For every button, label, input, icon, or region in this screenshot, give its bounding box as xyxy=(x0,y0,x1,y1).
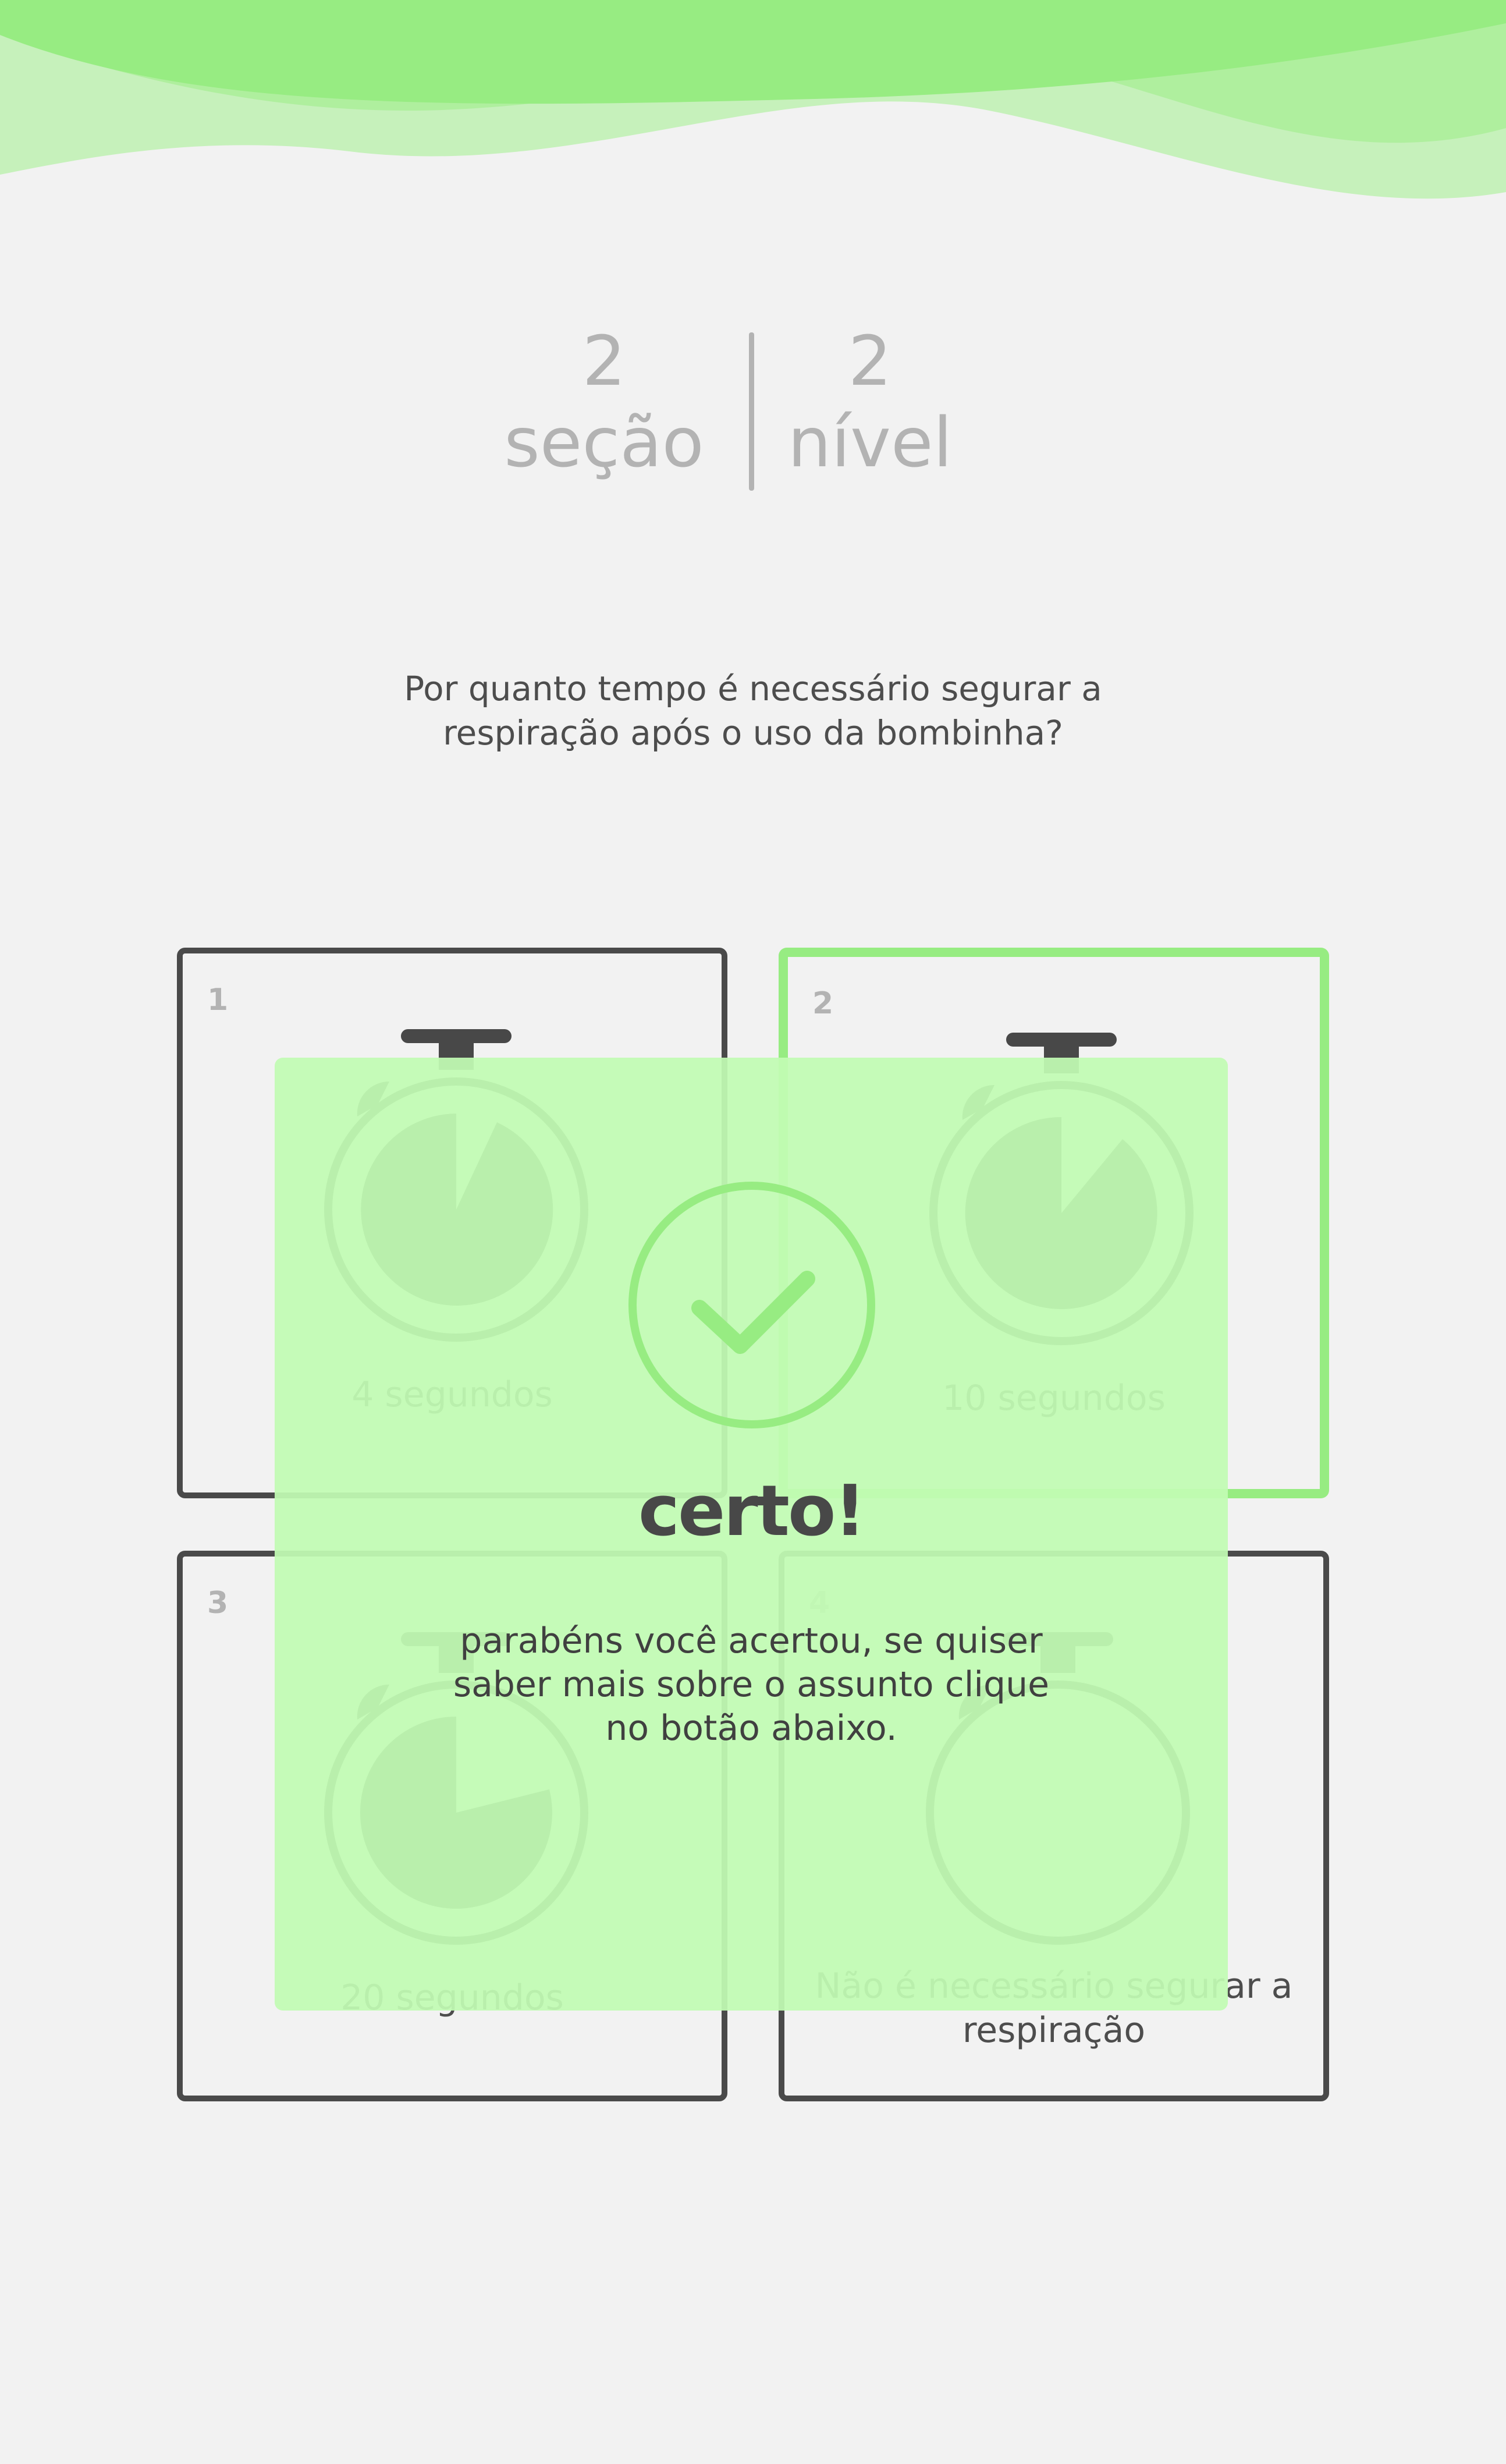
level-label: nível xyxy=(787,402,953,483)
progress-header: 2 seção 2 nível xyxy=(0,323,1506,498)
section-label: seção xyxy=(504,402,704,483)
option-number: 1 xyxy=(207,983,229,1017)
feedback-modal: certo! parabéns você acertou, se quiser … xyxy=(275,1058,1228,2011)
level-indicator: 2 nível xyxy=(754,323,986,486)
header-wave-decoration xyxy=(0,0,1506,199)
section-number: 2 xyxy=(582,321,626,401)
level-number: 2 xyxy=(848,321,892,401)
option-number: 2 xyxy=(812,986,834,1021)
check-circle-icon xyxy=(628,1182,875,1428)
feedback-title: certo! xyxy=(638,1471,866,1552)
section-indicator: 2 seção xyxy=(488,323,720,486)
feedback-message: parabéns você acertou, se quiser saber m… xyxy=(453,1621,1050,1749)
option-number: 3 xyxy=(207,1586,229,1621)
question-text: Por quanto tempo é necessário segurar a … xyxy=(404,669,1102,753)
